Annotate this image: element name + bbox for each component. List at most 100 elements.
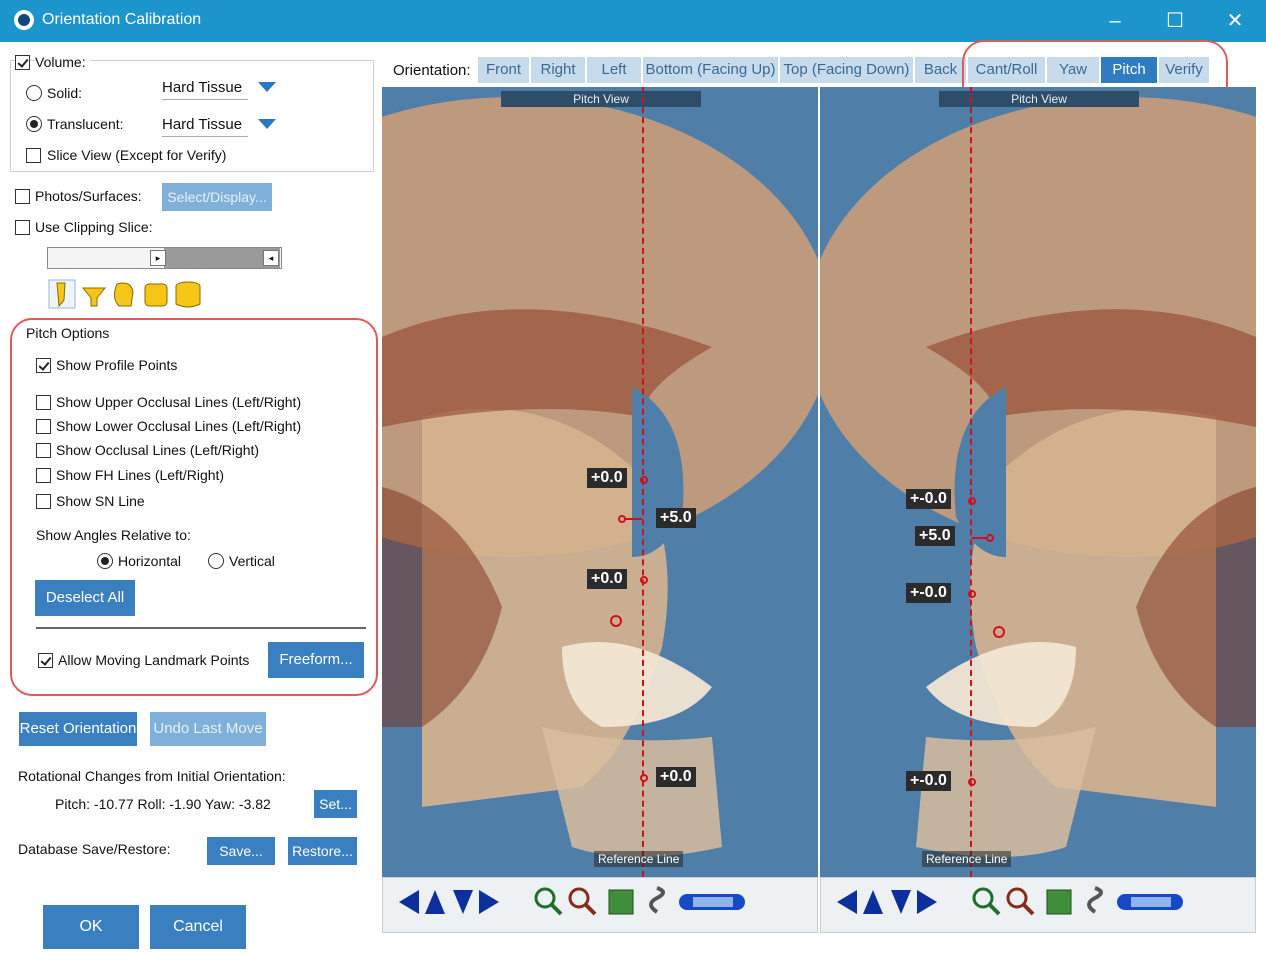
left-measurement-1: +0.0 (587, 468, 627, 488)
right-pitch-view[interactable] (820, 87, 1256, 877)
tab-top[interactable]: Top (Facing Down) (780, 57, 915, 83)
right-view-toolbar (820, 877, 1256, 933)
rotational-changes-label: Rotational Changes from Initial Orientat… (18, 768, 286, 784)
skull-right-image (820, 97, 1256, 857)
right-reference-line (970, 87, 972, 877)
slider-thumb-left[interactable]: ▸ (150, 250, 166, 266)
horizontal-label: Horizontal (118, 553, 182, 569)
right-landmark-5[interactable] (968, 778, 976, 786)
translucent-label: Translucent: (47, 116, 124, 132)
right-arrow-icon (972, 537, 986, 539)
sn-line-checkbox[interactable] (36, 494, 51, 509)
tab-bottom[interactable]: Bottom (Facing Up) (643, 57, 780, 83)
clipping-slider[interactable]: ▸ ◂ (47, 247, 282, 269)
left-view-title: Pitch View (501, 91, 701, 107)
chevron-down-icon (258, 119, 276, 129)
left-landmark-2[interactable] (618, 515, 626, 523)
left-measurement-3: +0.0 (587, 569, 627, 589)
close-button[interactable]: ✕ (1218, 8, 1252, 34)
app-icon (14, 10, 34, 30)
upper-occlusal-label: Show Upper Occlusal Lines (Left/Right) (56, 394, 302, 410)
window-title: Orientation Calibration (42, 11, 202, 28)
fh-lines-checkbox[interactable] (36, 468, 51, 483)
lower-occlusal-checkbox[interactable] (36, 419, 51, 434)
left-view-toolbar (382, 877, 818, 933)
clipping-checkbox[interactable] (15, 220, 30, 235)
show-profile-points-label: Show Profile Points (56, 357, 178, 373)
sn-line-label: Show SN Line (56, 493, 145, 509)
clipping-label: Use Clipping Slice: (35, 219, 153, 235)
occlusal-label: Show Occlusal Lines (Left/Right) (56, 442, 260, 458)
undo-last-move-button[interactable]: Undo Last Move (150, 712, 266, 746)
translucent-dropdown[interactable]: Hard Tissue (162, 116, 276, 137)
right-measurement-1: +-0.0 (906, 489, 951, 509)
occlusal-checkbox[interactable] (36, 443, 51, 458)
volume-checkbox[interactable] (15, 55, 30, 70)
right-measurement-4: +-0.0 (906, 771, 951, 791)
horizontal-radio[interactable] (97, 553, 113, 569)
select-display-button[interactable]: Select/Display... (162, 183, 272, 211)
slice-view-checkbox[interactable] (26, 148, 41, 163)
left-nav-icons (399, 886, 745, 916)
right-measurement-3: +-0.0 (906, 583, 951, 603)
slider-thumb-right[interactable]: ◂ (263, 250, 279, 266)
left-landmark-4[interactable] (610, 615, 622, 627)
left-landmark-5[interactable] (640, 774, 648, 782)
deselect-all-button[interactable]: Deselect All (35, 580, 135, 616)
clip-shapes-icon (48, 279, 201, 309)
fh-lines-label: Show FH Lines (Left/Right) (56, 467, 225, 483)
upper-occlusal-checkbox[interactable] (36, 395, 51, 410)
photos-checkbox[interactable] (15, 189, 30, 204)
tab-right[interactable]: Right (531, 57, 587, 83)
lower-occlusal-label: Show Lower Occlusal Lines (Left/Right) (56, 418, 302, 434)
pitch-options-title: Pitch Options (26, 325, 110, 341)
freeform-button[interactable]: Freeform... (268, 642, 364, 678)
allow-moving-label: Allow Moving Landmark Points (58, 652, 250, 668)
right-landmark-3[interactable] (968, 590, 976, 598)
ok-button[interactable]: OK (43, 905, 139, 949)
right-view-title: Pitch View (939, 91, 1139, 107)
show-profile-points-checkbox[interactable] (36, 358, 51, 373)
right-measurement-2: +5.0 (915, 526, 955, 546)
save-button[interactable]: Save... (207, 837, 275, 865)
tab-front[interactable]: Front (478, 57, 531, 83)
right-reference-label: Reference Line (922, 851, 1012, 867)
allow-moving-checkbox[interactable] (38, 653, 53, 668)
left-reference-label: Reference Line (594, 851, 684, 867)
solid-value: Hard Tissue (162, 79, 243, 96)
right-nav-icons (837, 886, 1183, 916)
translucent-radio[interactable] (26, 116, 42, 132)
cancel-button[interactable]: Cancel (150, 905, 246, 949)
photos-label: Photos/Surfaces: (35, 188, 142, 204)
slice-view-label: Slice View (Except for Verify) (47, 147, 227, 163)
solid-radio[interactable] (26, 85, 42, 101)
rotational-values: Pitch: -10.77 Roll: -1.90 Yaw: -3.82 (55, 796, 271, 812)
restore-button[interactable]: Restore... (288, 837, 357, 865)
vertical-radio[interactable] (208, 553, 224, 569)
set-button[interactable]: Set... (314, 790, 357, 818)
vertical-label: Vertical (229, 553, 275, 569)
left-arrow-icon (626, 518, 642, 520)
database-label: Database Save/Restore: (18, 841, 171, 857)
angles-relative-label: Show Angles Relative to: (36, 527, 191, 543)
title-bar: Orientation Calibration – ☐ ✕ (0, 0, 1266, 42)
right-landmark-4[interactable] (993, 626, 1005, 638)
divider (36, 627, 366, 629)
minimize-button[interactable]: – (1098, 8, 1132, 34)
left-landmark-1[interactable] (640, 476, 648, 484)
left-measurement-2: +5.0 (656, 508, 696, 528)
maximize-button[interactable]: ☐ (1158, 8, 1192, 34)
tab-left[interactable]: Left (587, 57, 643, 83)
orientation-label: Orientation: (393, 62, 471, 79)
left-measurement-4: +0.0 (656, 767, 696, 787)
clip-shape-toolbar (47, 278, 207, 310)
right-landmark-2[interactable] (986, 534, 994, 542)
left-landmark-3[interactable] (640, 576, 648, 584)
tab-back[interactable]: Back (915, 57, 968, 83)
reset-orientation-button[interactable]: Reset Orientation (19, 712, 137, 746)
translucent-value: Hard Tissue (162, 116, 243, 133)
volume-label: Volume: (35, 54, 90, 70)
solid-label: Solid: (47, 85, 83, 101)
solid-dropdown[interactable]: Hard Tissue (162, 79, 276, 100)
right-landmark-1[interactable] (968, 497, 976, 505)
